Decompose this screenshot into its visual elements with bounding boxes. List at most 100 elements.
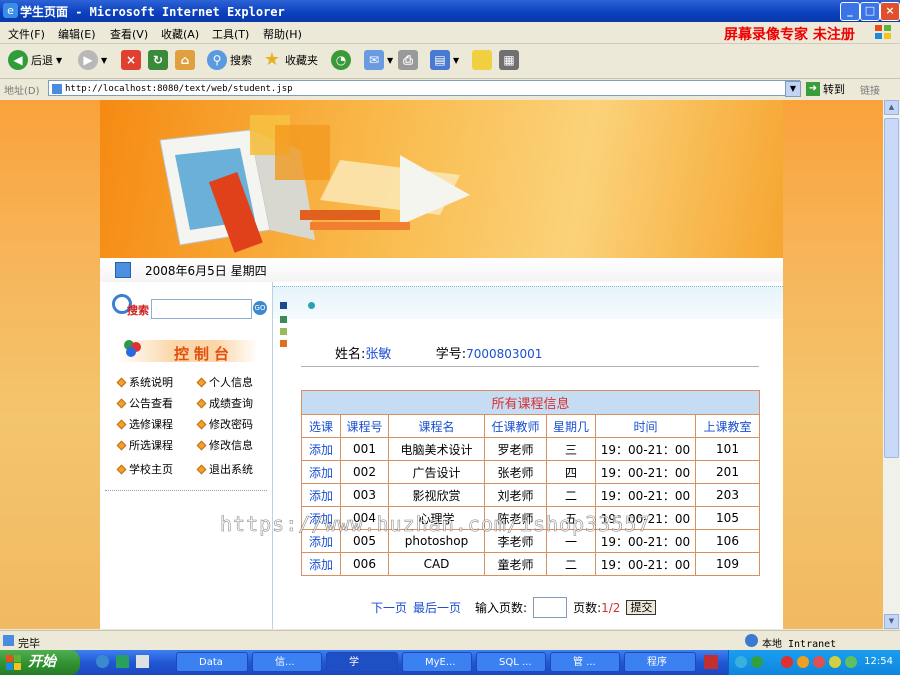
taskbar-item-myeclipse[interactable]: MyE... (402, 652, 472, 672)
taskbar-item-data[interactable]: Data (176, 652, 248, 672)
taskbar-item-sql[interactable]: SQL ... (476, 652, 546, 672)
nav-selected-courses[interactable]: 所选课程 (116, 437, 173, 453)
bullet-icon (196, 377, 207, 387)
tray-icon[interactable] (735, 656, 747, 668)
scroll-down-arrow[interactable]: ▼ (884, 614, 899, 629)
table-cell: 广告设计 (388, 460, 485, 484)
stop-button[interactable]: × (121, 50, 141, 70)
table-cell: 19：00-21：00 (595, 437, 696, 461)
table-row: 添加 002 广告设计 张老师四 19：00-21：00 201 (301, 460, 760, 484)
add-course-link[interactable]: 添加 (309, 558, 333, 572)
windows-logo-icon (6, 655, 21, 670)
note-icon (472, 50, 492, 70)
table-row: 添加 006 CAD 童老师二 19：00-21：00 109 (301, 552, 760, 576)
page-number-input[interactable] (533, 597, 568, 618)
page-icon (52, 84, 62, 94)
discuss-button[interactable] (472, 50, 492, 70)
quicklaunch-ie-icon[interactable] (96, 655, 109, 668)
column-header: 时间 (595, 414, 696, 438)
table-cell: 003 (340, 483, 389, 507)
nav-edit-info[interactable]: 修改信息 (196, 437, 253, 453)
tray-icon[interactable] (751, 656, 763, 668)
left-sidebar: 搜索 GO 控制台 系统说明 公告查看 选修课程 所选课程 学校主页 个人信息 … (100, 282, 273, 629)
links-button[interactable]: 链接 (860, 82, 880, 97)
maximize-button[interactable]: □ (860, 2, 880, 21)
add-course-link[interactable]: 添加 (309, 535, 333, 549)
tray-icon[interactable] (829, 656, 841, 668)
search-icon: ⚲ (207, 50, 227, 70)
search-go-button[interactable]: GO (253, 301, 267, 315)
taskbar-item-info[interactable]: 信... (252, 652, 322, 672)
taskbar-item-manager[interactable]: 管 ... (550, 652, 620, 672)
nav-label: 公告查看 (129, 397, 173, 410)
add-course-link[interactable]: 添加 (309, 443, 333, 457)
close-button[interactable]: × (880, 2, 900, 21)
home-button[interactable]: ⌂ (175, 50, 195, 70)
go-button[interactable]: ➜ 转到 (806, 81, 845, 97)
table-cell: 张老师 (484, 460, 547, 484)
refresh-icon: ↻ (148, 50, 168, 70)
page-value: 1/2 (601, 601, 621, 615)
tray-icon[interactable] (781, 656, 793, 668)
address-input[interactable]: http://localhost:8080/text/web/student.j… (48, 80, 800, 96)
taskbar-item-student[interactable]: 学 (326, 652, 398, 672)
address-bar: 地址(D) http://localhost:8080/text/web/stu… (0, 79, 900, 99)
pager: 下一页 最后一页 输入页数: 页数:1/2 提交 (371, 597, 657, 618)
mail-button[interactable]: ✉ ▼ (364, 50, 393, 70)
status-text: 完毕 (18, 637, 40, 650)
favorites-button[interactable]: ★ 收藏夹 (262, 50, 318, 70)
minimize-button[interactable]: _ (840, 2, 860, 21)
print-icon: ⎙ (398, 50, 418, 70)
nav-school-home[interactable]: 学校主页 (116, 461, 173, 477)
edit-button[interactable]: ▤ ▼ (430, 50, 459, 70)
search-button[interactable]: ⚲ 搜索 (207, 50, 252, 70)
messenger-icon: ▦ (499, 50, 519, 70)
nav-change-password[interactable]: 修改密码 (196, 416, 253, 432)
tray-icon[interactable] (797, 656, 809, 668)
address-dropdown-button[interactable]: ▼ (785, 81, 801, 97)
show-desktop-icon[interactable] (136, 655, 149, 668)
back-arrow-icon: ◀ (8, 50, 28, 70)
menu-view[interactable]: 查看(V) (110, 26, 148, 42)
search-input[interactable] (151, 299, 252, 319)
menu-help[interactable]: 帮助(H) (263, 26, 302, 42)
table-cell: 19：00-21：00 (595, 483, 696, 507)
tray-icon[interactable] (845, 656, 857, 668)
last-page-link[interactable]: 最后一页 (413, 599, 461, 616)
back-button[interactable]: ◀ 后退 ▼ (8, 50, 62, 70)
nav-personal-info[interactable]: 个人信息 (196, 374, 253, 390)
refresh-button[interactable]: ↻ (148, 50, 168, 70)
header-banner (100, 100, 783, 258)
home-icon: ⌂ (175, 50, 195, 70)
forward-button[interactable]: ▶ ▼ (78, 50, 107, 70)
nav-announcements[interactable]: 公告查看 (116, 395, 173, 411)
app-icon[interactable] (704, 655, 718, 669)
nav-elective-courses[interactable]: 选修课程 (116, 416, 173, 432)
print-button[interactable]: ⎙ (398, 50, 418, 70)
scroll-thumb[interactable] (884, 118, 899, 458)
watermark-text: https://www.huzhan.com/ishop33557 (220, 512, 651, 537)
messenger-button[interactable]: ▦ (499, 50, 519, 70)
nav-grade-query[interactable]: 成绩查询 (196, 395, 253, 411)
date-bar: 2008年6月5日 星期四 (100, 258, 783, 282)
column-header: 任课教师 (484, 414, 547, 438)
bullet-icon (116, 419, 127, 429)
add-course-link[interactable]: 添加 (309, 489, 333, 503)
tray-icon[interactable] (813, 656, 825, 668)
vertical-scrollbar[interactable]: ▲ ▼ (883, 100, 900, 629)
menu-file[interactable]: 文件(F) (8, 26, 45, 42)
history-button[interactable]: ◔ (331, 50, 351, 70)
nav-label: 选修课程 (129, 418, 173, 431)
taskbar-item-programs[interactable]: 程序 (624, 652, 696, 672)
menu-edit[interactable]: 编辑(E) (58, 26, 96, 42)
submit-button[interactable]: 提交 (626, 600, 657, 615)
nav-logout[interactable]: 退出系统 (196, 461, 253, 477)
add-course-link[interactable]: 添加 (309, 466, 333, 480)
menu-tools[interactable]: 工具(T) (212, 26, 249, 42)
nav-system-info[interactable]: 系统说明 (116, 374, 173, 390)
menu-favorites[interactable]: 收藏(A) (161, 26, 199, 42)
scroll-up-arrow[interactable]: ▲ (884, 100, 899, 115)
next-page-link[interactable]: 下一页 (371, 599, 407, 616)
star-icon: ★ (263, 49, 281, 70)
quicklaunch-icon[interactable] (116, 655, 129, 668)
